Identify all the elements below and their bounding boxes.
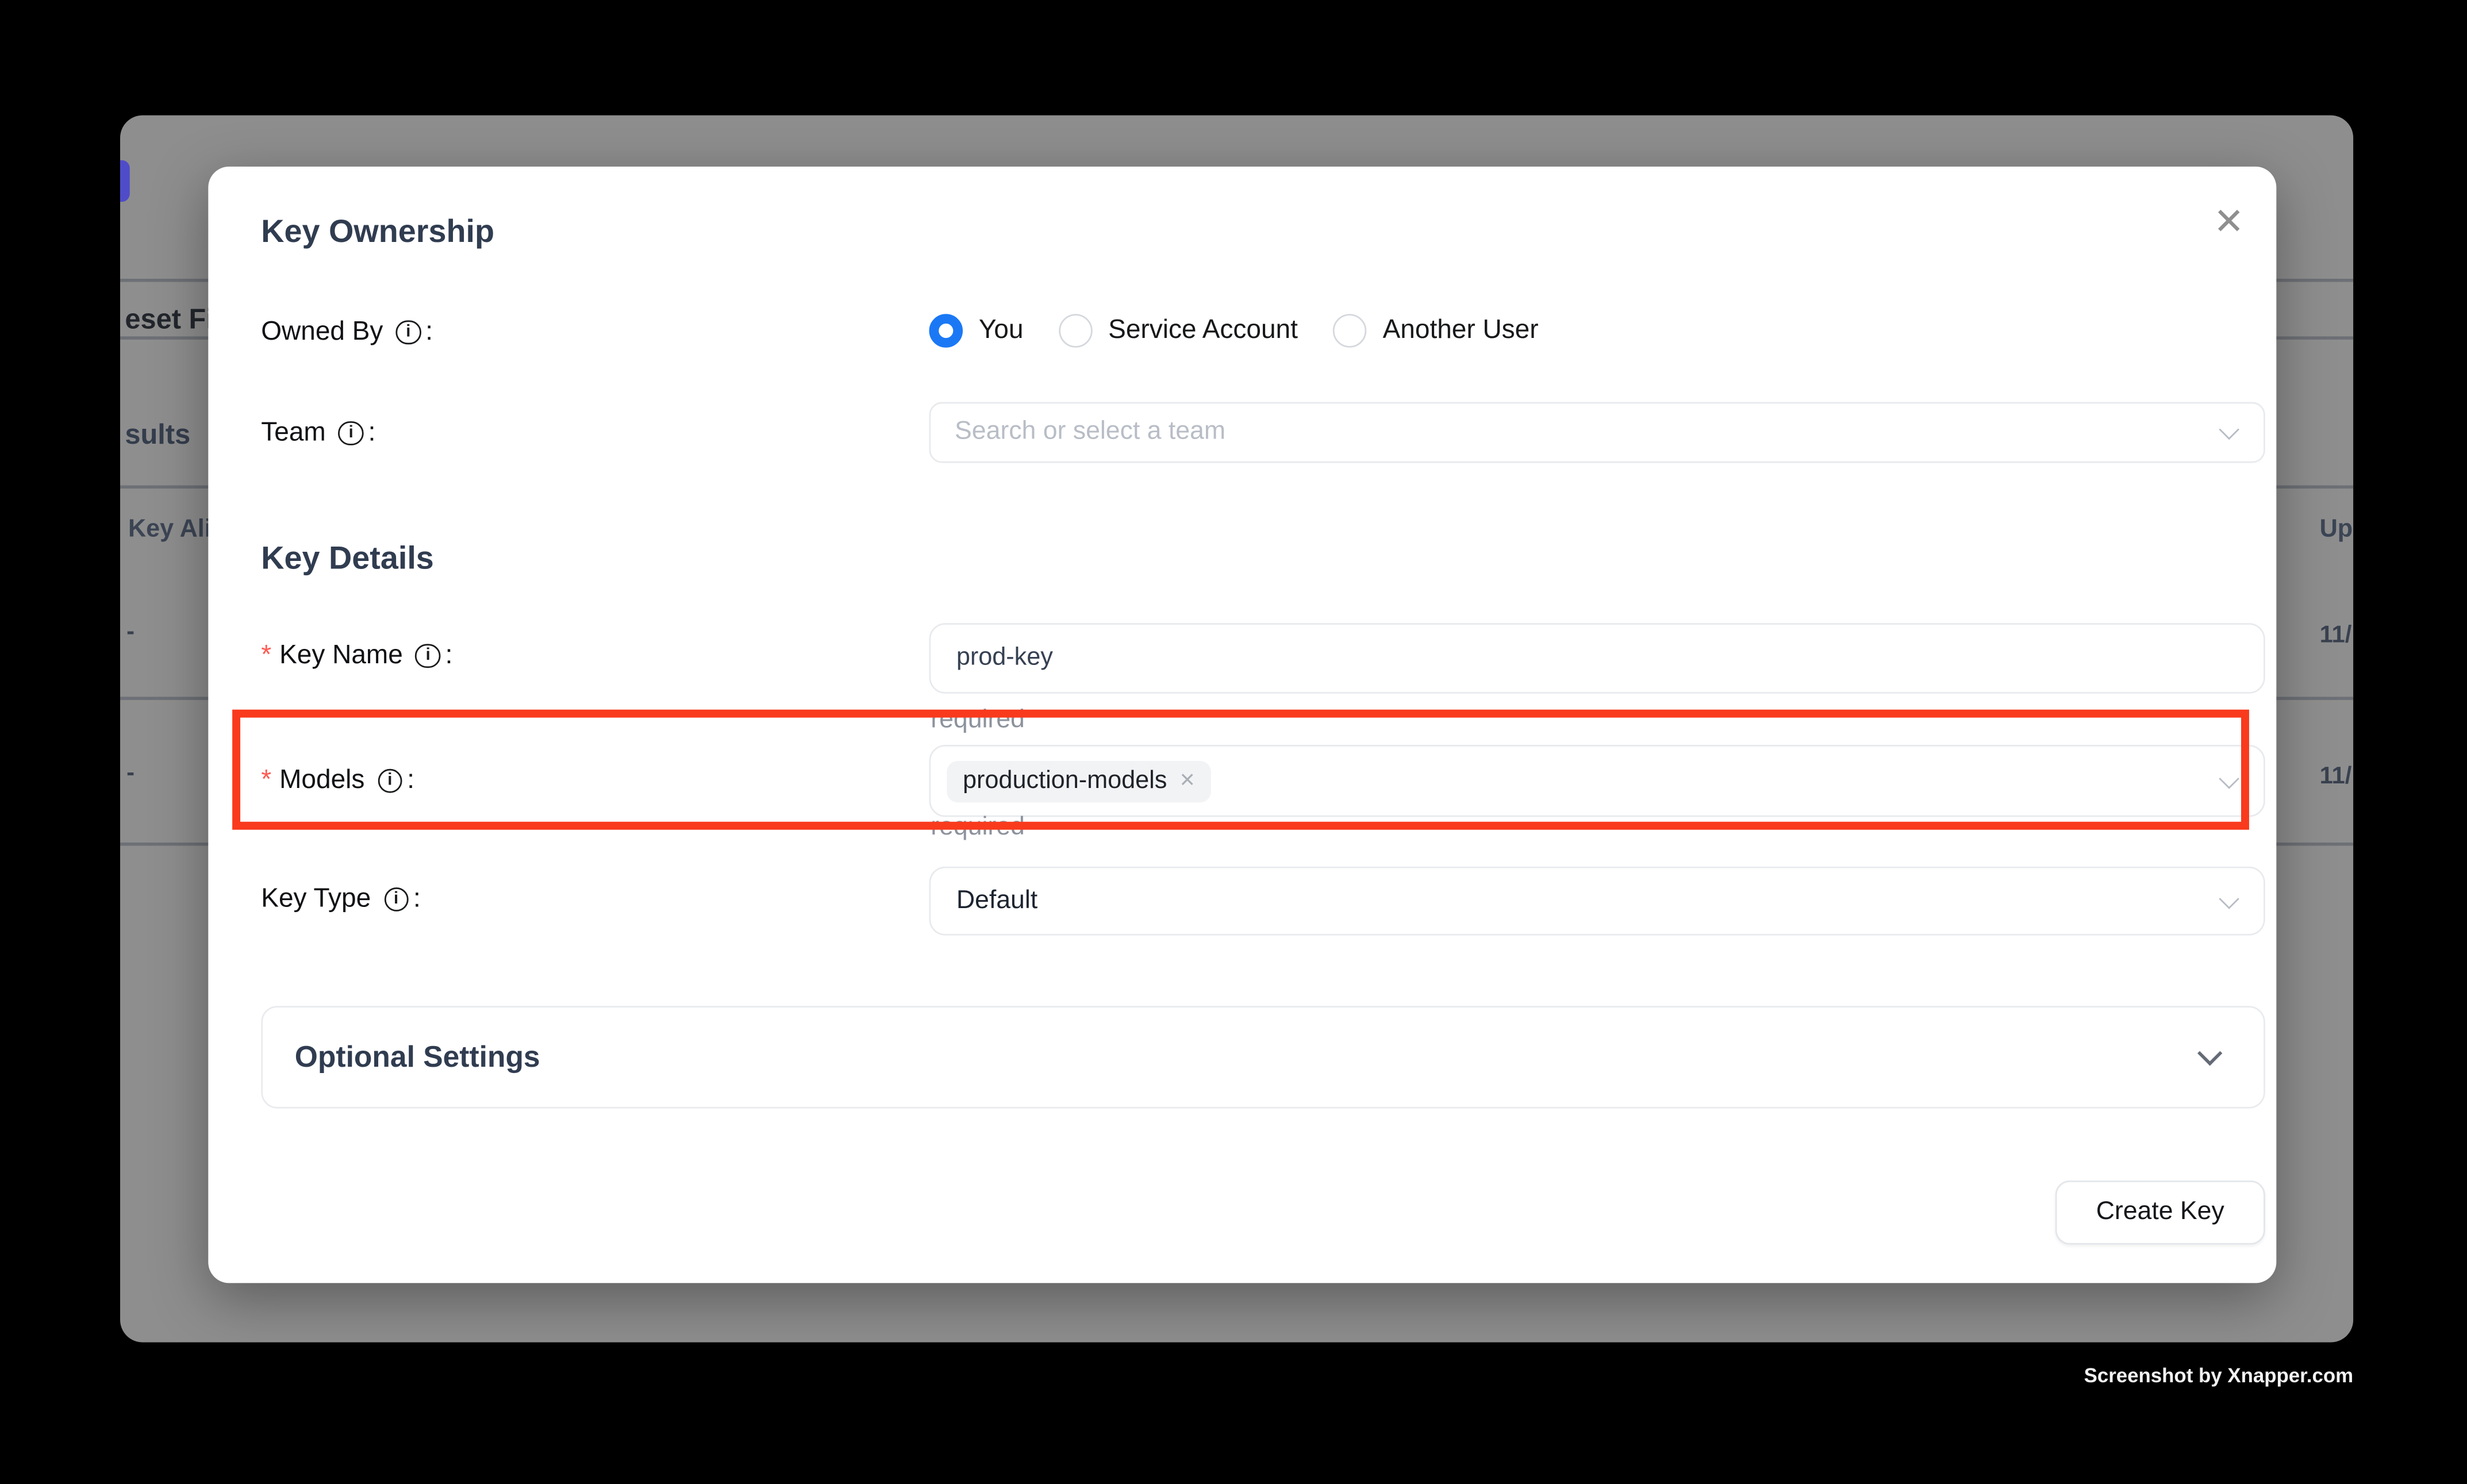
radio-you[interactable]: You: [929, 314, 1023, 348]
create-key-modal: ✕ Key Ownership Owned By i : You Service…: [208, 167, 2276, 1283]
required-asterisk: *: [261, 766, 271, 796]
model-tag-label: production-models: [963, 767, 1167, 795]
screenshot-stage: eset Filt sults Key Alia Up - 11/ - 11/ …: [0, 0, 2467, 1484]
radio-service-account-label: Service Account: [1108, 316, 1298, 346]
chevron-down-icon: [2219, 768, 2239, 788]
close-icon[interactable]: ✕: [2214, 203, 2245, 240]
owned-by-label: Owned By i :: [261, 317, 433, 348]
colon: :: [413, 884, 421, 914]
team-select-placeholder: Search or select a team: [955, 418, 1225, 447]
table-cell-updated: 11/: [2320, 621, 2352, 648]
key-name-label-text: Key Name: [279, 641, 403, 671]
key-name-input[interactable]: [929, 623, 2265, 694]
modal-title: Key Ownership: [261, 214, 494, 251]
results-count-fragment: sults: [125, 418, 190, 452]
radio-unselected-icon[interactable]: [1333, 314, 1367, 348]
info-icon: i: [339, 421, 363, 445]
radio-you-label: You: [979, 316, 1024, 346]
table-cell-alias: -: [126, 759, 135, 786]
radio-selected-icon[interactable]: [929, 314, 963, 348]
radio-another-user[interactable]: Another User: [1333, 314, 1538, 348]
optional-settings-panel[interactable]: Optional Settings: [261, 1006, 2265, 1108]
models-label: * Models i :: [261, 766, 414, 796]
colon: :: [368, 418, 376, 448]
chevron-down-icon: [2197, 1041, 2222, 1066]
owned-by-label-text: Owned By: [261, 317, 383, 348]
info-icon: i: [383, 887, 408, 912]
radio-service-account[interactable]: Service Account: [1059, 314, 1298, 348]
key-type-label: Key Type i :: [261, 884, 421, 914]
column-header-updated: Up: [2320, 516, 2353, 544]
model-tag: production-models ×: [947, 760, 1211, 801]
team-select[interactable]: Search or select a team: [929, 402, 2265, 463]
create-new-key-button-fragment: [120, 160, 130, 202]
table-cell-alias: -: [126, 618, 135, 645]
key-type-value: Default: [956, 887, 1037, 916]
models-label-text: Models: [279, 766, 364, 796]
colon: :: [425, 317, 433, 348]
key-type-label-text: Key Type: [261, 884, 371, 914]
models-select[interactable]: production-models ×: [929, 745, 2265, 817]
info-icon: i: [396, 320, 421, 345]
info-icon: i: [378, 768, 402, 793]
radio-unselected-icon[interactable]: [1059, 314, 1093, 348]
colon: :: [445, 641, 453, 671]
owned-by-radio-group: You Service Account Another User: [929, 314, 1538, 348]
key-name-label: * Key Name i :: [261, 641, 452, 671]
info-icon: i: [416, 644, 440, 668]
team-label: Team i :: [261, 418, 375, 448]
colon: :: [407, 766, 414, 796]
create-key-button[interactable]: Create Key: [2055, 1181, 2265, 1244]
optional-settings-label: Optional Settings: [295, 1040, 540, 1075]
team-label-text: Team: [261, 418, 325, 448]
chevron-down-icon: [2219, 420, 2239, 440]
watermark: Screenshot by Xnapper.com: [2084, 1365, 2354, 1387]
chevron-down-icon: [2219, 888, 2239, 908]
table-cell-updated: 11/: [2320, 763, 2352, 790]
required-asterisk: *: [261, 641, 271, 671]
tag-remove-icon[interactable]: ×: [1180, 767, 1195, 795]
key-details-heading: Key Details: [261, 541, 434, 578]
key-type-select[interactable]: Default: [929, 867, 2265, 936]
key-name-required-error: required: [931, 706, 1025, 735]
radio-another-user-label: Another User: [1383, 316, 1539, 346]
models-required-error: required: [931, 814, 1025, 843]
